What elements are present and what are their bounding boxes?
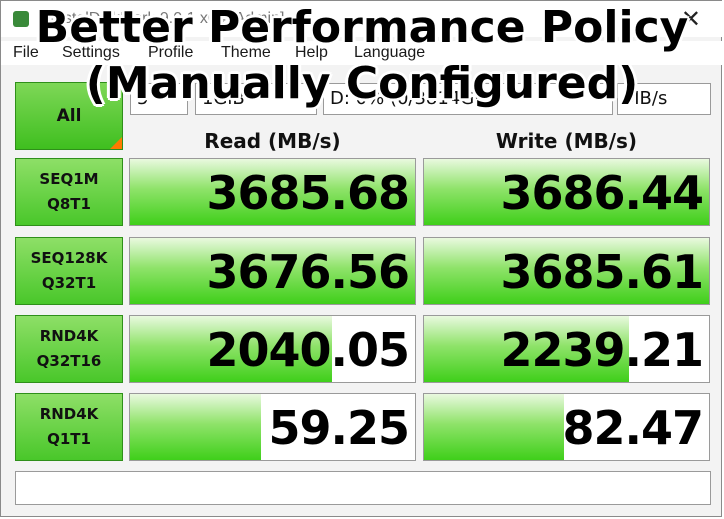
- read-result-cell: 3676.56: [129, 237, 416, 305]
- row-label-line1: SEQ128K: [30, 249, 108, 267]
- row-label-line2: Q8T1: [47, 195, 91, 213]
- row-label-line2: Q32T1: [41, 274, 97, 292]
- write-header: Write (MB/s): [495, 129, 638, 153]
- read-result-bar: [130, 394, 262, 460]
- seq128k-q32t1-button[interactable]: SEQ128K Q32T1: [15, 237, 123, 305]
- all-button-label: All: [56, 106, 82, 126]
- write-result-value: 82.47: [562, 401, 704, 455]
- read-result-value: 3685.68: [206, 166, 410, 220]
- rnd4k-q1t1-button[interactable]: RND4K Q1T1: [15, 393, 123, 461]
- read-header: Read (MB/s): [204, 129, 341, 153]
- write-result-cell: 82.47: [423, 393, 710, 461]
- write-result-value: 3686.44: [500, 166, 704, 220]
- seq1m-q8t1-button[interactable]: SEQ1M Q8T1: [15, 158, 123, 226]
- overlay-caption-line1: Better Performance Policy: [35, 2, 689, 53]
- read-result-value: 59.25: [268, 401, 410, 455]
- read-result-value: 2040.05: [206, 323, 410, 377]
- row-label-line1: SEQ1M: [39, 170, 99, 188]
- overlay-caption-line2: (Manually Configured): [85, 58, 639, 109]
- read-result-cell: 3685.68: [129, 158, 416, 226]
- write-result-bar: [424, 394, 564, 460]
- write-result-cell: 3685.61: [423, 237, 710, 305]
- write-result-cell: 2239.21: [423, 315, 710, 383]
- row-label-line1: RND4K: [39, 405, 99, 423]
- read-result-value: 3676.56: [206, 245, 410, 299]
- write-result-cell: 3686.44: [423, 158, 710, 226]
- comment-bar[interactable]: [15, 471, 711, 505]
- rnd4k-q32t16-button[interactable]: RND4K Q32T16: [15, 315, 123, 383]
- row-label-line2: Q1T1: [47, 430, 91, 448]
- row-label-line1: RND4K: [39, 327, 99, 345]
- read-result-cell: 59.25: [129, 393, 416, 461]
- write-result-value: 3685.61: [500, 245, 704, 299]
- row-label-line2: Q32T16: [36, 352, 102, 370]
- write-result-value: 2239.21: [500, 323, 704, 377]
- read-result-cell: 2040.05: [129, 315, 416, 383]
- all-button-corner: [110, 137, 122, 149]
